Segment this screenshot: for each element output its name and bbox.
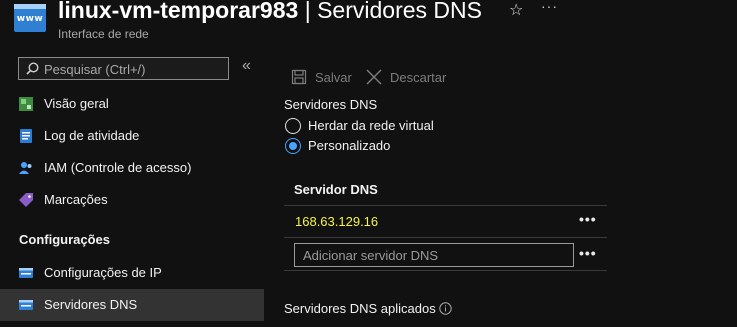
resource-type-subtitle: Interface de rede bbox=[58, 27, 149, 41]
sidebar-item-tags[interactable]: Marcações bbox=[0, 184, 264, 216]
page-header: www linux-vm-temporar983 | Servidores DN… bbox=[0, 0, 737, 50]
page-name: Servidores DNS bbox=[317, 0, 482, 23]
search-input[interactable]: Pesquisar (Ctrl+/) bbox=[18, 57, 229, 80]
star-icon[interactable]: ☆ bbox=[509, 0, 523, 20]
dns-server-value: 168.63.129.16 bbox=[295, 214, 379, 229]
sidebar-item-ip-configurations[interactable]: Configurações de IP bbox=[0, 257, 264, 289]
activity-log-icon bbox=[20, 129, 32, 143]
sidebar-item-dns-servers[interactable]: Servidores DNS bbox=[0, 289, 264, 321]
add-dns-server-placeholder: Adicionar servidor DNS bbox=[303, 248, 439, 263]
radio-button-selected[interactable] bbox=[285, 138, 301, 154]
divider bbox=[284, 237, 607, 238]
dns-servers-label: Servidores DNS bbox=[284, 97, 378, 112]
radio-inherit-vnet[interactable]: Herdar da rede virtual bbox=[285, 117, 485, 135]
dns-icon bbox=[19, 300, 33, 310]
discard-button[interactable]: Descartar bbox=[366, 68, 456, 88]
ip-config-icon bbox=[19, 268, 33, 278]
add-dns-server-input[interactable]: Adicionar servidor DNS bbox=[294, 243, 574, 267]
save-icon bbox=[291, 69, 307, 85]
sidebar-item-activity-log[interactable]: Log de atividade bbox=[0, 120, 264, 152]
search-placeholder: Pesquisar (Ctrl+/) bbox=[44, 62, 146, 77]
row-more-icon[interactable]: ••• bbox=[579, 245, 597, 261]
title-separator: | bbox=[304, 0, 311, 23]
search-icon bbox=[26, 62, 39, 75]
dns-server-column-header: Servidor DNS bbox=[294, 182, 378, 197]
network-interface-icon: www bbox=[14, 4, 46, 32]
page-title: linux-vm-temporar983 | Servidores DNS bbox=[58, 0, 482, 24]
sidebar-item-overview[interactable]: Visão geral bbox=[0, 88, 264, 120]
iam-icon bbox=[19, 162, 32, 174]
divider bbox=[284, 205, 607, 206]
radio-button[interactable] bbox=[285, 118, 301, 134]
resource-name: linux-vm-temporar983 bbox=[58, 0, 299, 23]
section-header-settings: Configurações bbox=[19, 232, 111, 247]
close-icon bbox=[366, 69, 382, 85]
divider bbox=[284, 270, 607, 271]
collapse-sidebar-button[interactable]: « bbox=[242, 57, 251, 75]
info-icon[interactable] bbox=[439, 302, 452, 315]
applied-dns-servers-label: Servidores DNS aplicados bbox=[284, 301, 436, 316]
sidebar-item-iam[interactable]: IAM (Controle de acesso) bbox=[0, 152, 264, 184]
radio-custom[interactable]: Personalizado bbox=[285, 137, 485, 155]
save-button[interactable]: Salvar bbox=[291, 68, 353, 88]
more-icon[interactable]: ··· bbox=[541, 0, 558, 14]
overview-icon bbox=[19, 97, 33, 111]
row-more-icon[interactable]: ••• bbox=[579, 211, 597, 227]
tag-icon bbox=[19, 193, 33, 207]
